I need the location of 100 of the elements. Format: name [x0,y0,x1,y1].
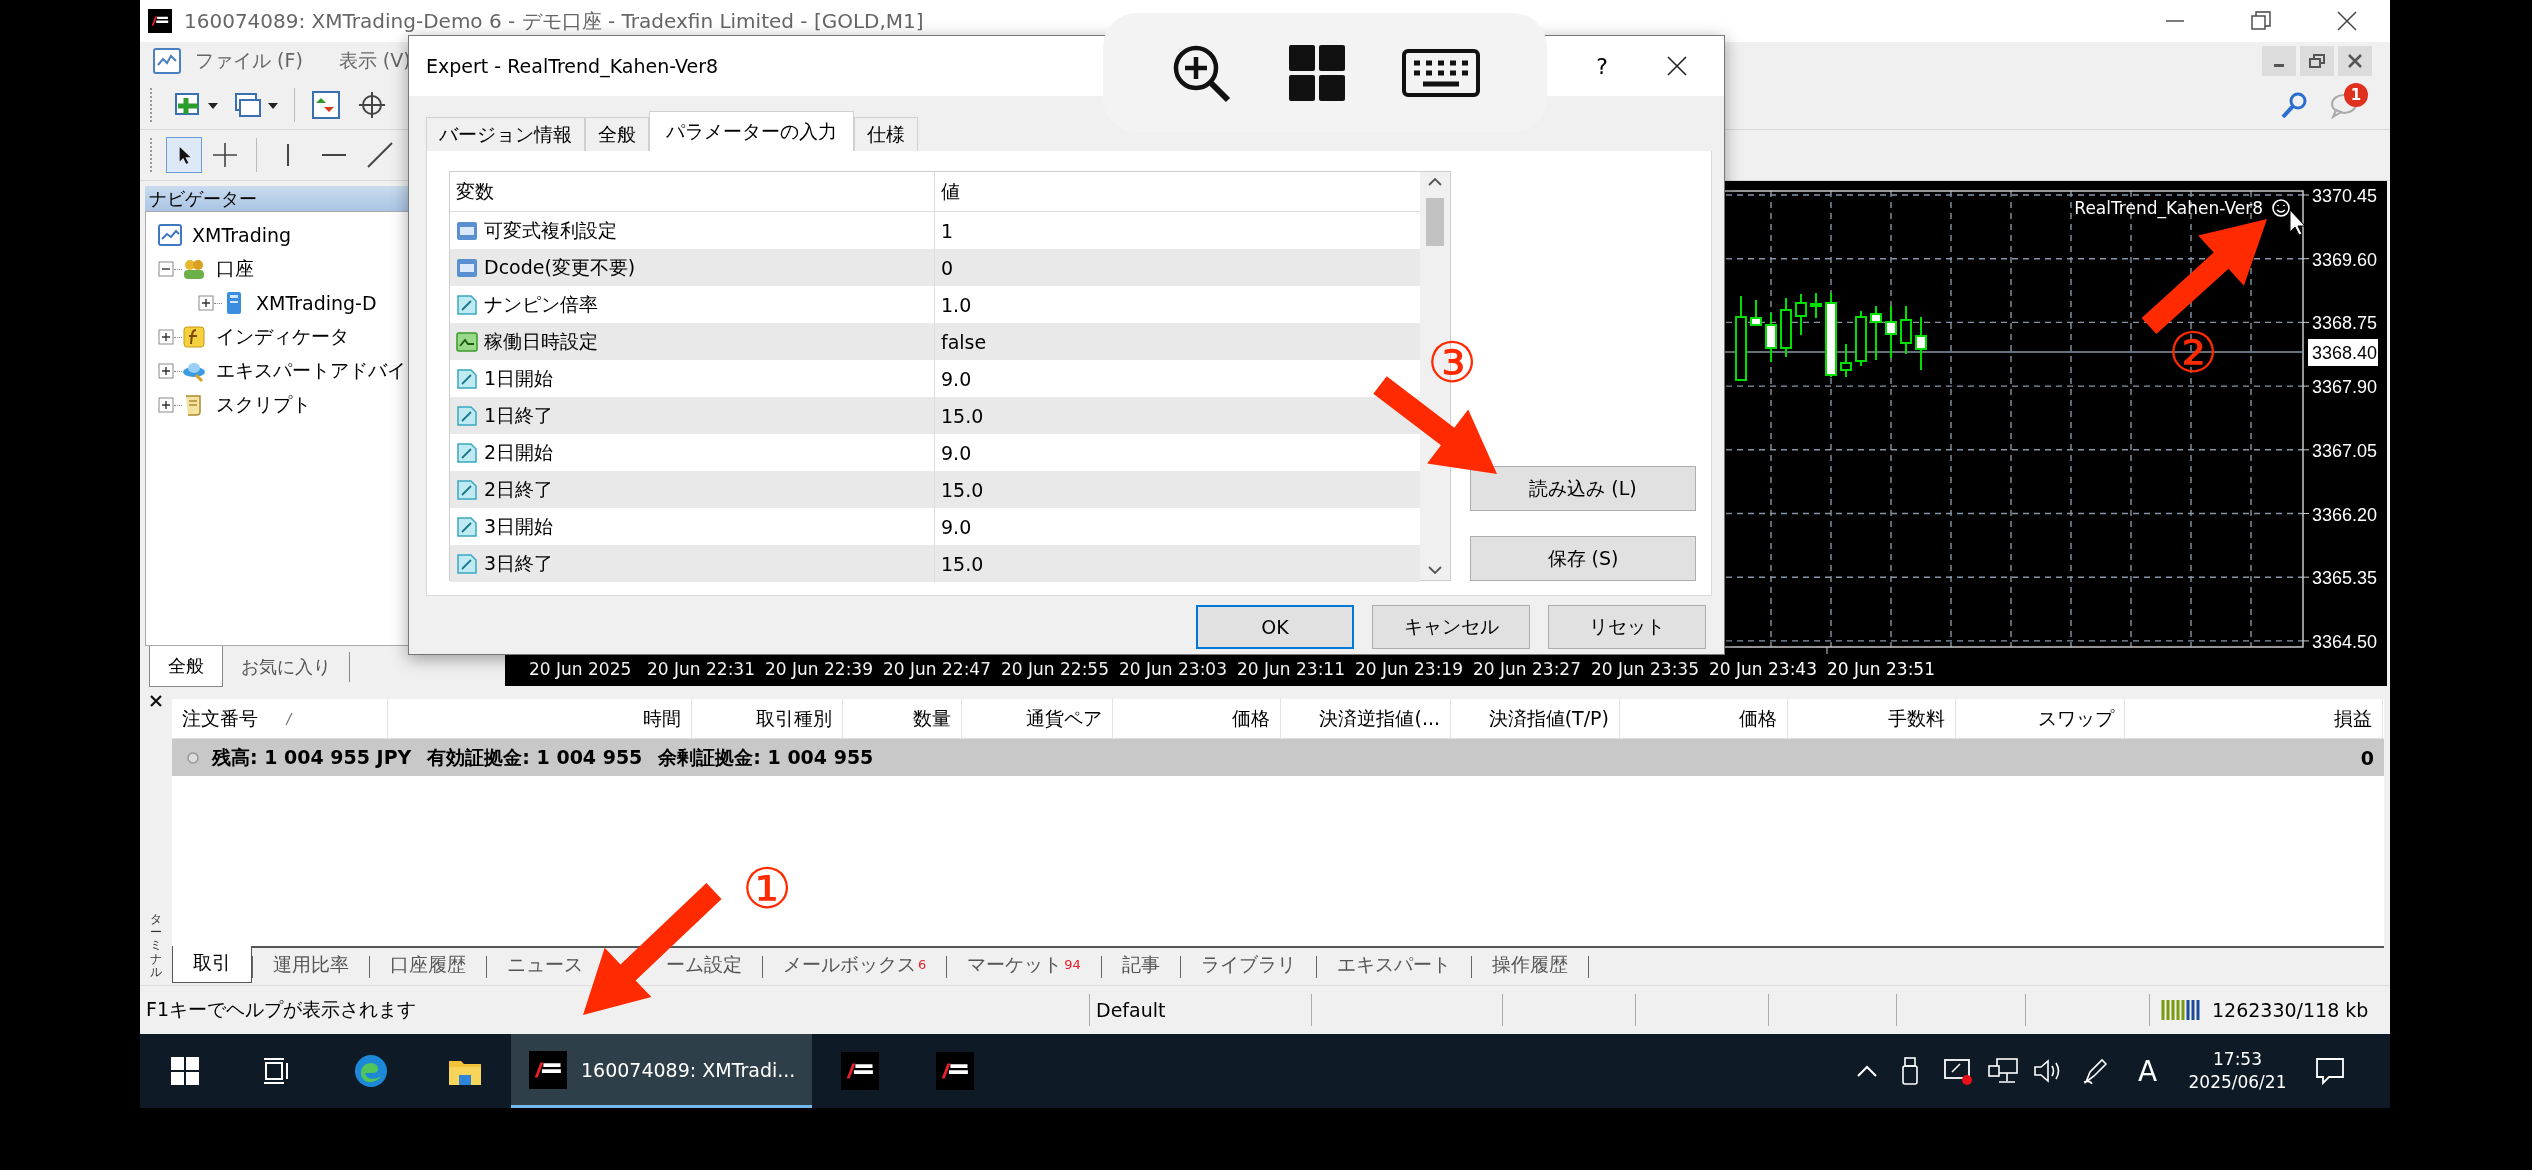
parameter-name[interactable]: 3日終了 [484,550,554,577]
help-button[interactable]: ? [1582,53,1622,79]
menu-item[interactable]: ファイル (F) [195,48,303,74]
parameter-value[interactable]: 15.0 [935,404,984,427]
column-header[interactable]: 決済逆指値(... [1281,699,1451,738]
expand-icon[interactable] [158,363,174,379]
app-logo-icon[interactable] [935,1052,974,1090]
terminal-tab[interactable]: 操作履歴 [1471,948,1588,978]
column-header[interactable]: 注文番号 [172,699,388,738]
scroll-down-icon[interactable] [1427,564,1444,576]
expand-icon[interactable] [198,295,214,311]
parameter-name[interactable]: ナンピン倍率 [484,291,598,318]
clock-date[interactable]: 2025/06/21 [2188,1071,2287,1094]
terminal-tab[interactable]: 記事 [1101,948,1180,978]
tree-item[interactable]: インディケータ [216,324,349,350]
candle [1900,305,1912,355]
input-method-indicator[interactable]: A [2120,1034,2175,1108]
start-button[interactable] [170,1056,200,1086]
tree-item[interactable]: スクリプト [216,392,311,418]
smiley-icon [2272,199,2290,217]
terminal-tab[interactable]: 取引 [172,946,252,983]
terminal-tab[interactable]: ニュース [487,948,603,978]
dialog-tab[interactable]: 全般 [585,117,649,151]
terminal-tab[interactable]: ーム設定 [662,948,762,978]
parameter-value[interactable]: 1 [935,219,954,242]
column-header[interactable]: 通貨ペア [962,699,1113,738]
dialog-tab[interactable]: パラメーターの入力 [649,111,854,151]
parameter-value[interactable]: 0 [935,256,954,279]
restore-button[interactable] [2250,10,2272,32]
parameter-name[interactable]: 稼働日時設定 [484,328,598,355]
clock-time[interactable]: 17:53 [2213,1048,2262,1071]
crosshair-icon[interactable] [357,89,387,120]
column-header[interactable]: 手数料 [1788,699,1956,738]
terminal-tab[interactable]: 口座履歴 [370,948,486,978]
chevron-up-icon[interactable] [1856,1064,1878,1078]
panel-tab[interactable]: お気に入り [223,652,350,682]
app-logo-icon[interactable] [840,1052,879,1090]
close-button[interactable] [149,694,163,708]
tree-item[interactable]: XMTrading [192,224,292,246]
cursor-icon[interactable] [166,137,202,173]
tree-item[interactable]: 口座 [216,256,254,282]
parameter-value[interactable]: 9.0 [935,515,972,538]
column-header[interactable]: 価格 [1620,699,1788,738]
parameter-value[interactable]: 1.0 [935,293,972,316]
tree-item[interactable]: エキスパートアドバイ [216,358,406,384]
tree-item[interactable]: XMTrading-D [256,292,377,314]
parameter-value[interactable]: false [935,330,987,353]
parameter-name[interactable]: 1日開始 [484,365,554,392]
parameter-name[interactable]: 3日開始 [484,513,554,540]
button[interactable]: 読み込み (L) [1470,466,1696,511]
parameter-value[interactable]: 15.0 [935,552,984,575]
button[interactable]: OK [1196,605,1354,649]
column-header[interactable]: 損益 [2125,699,2383,738]
column-header[interactable]: 価格 [1113,699,1281,738]
parameter-name[interactable]: 1日終了 [484,402,554,429]
parameter-name[interactable]: 可変式複利設定 [484,217,617,244]
step-number: ① [741,856,793,921]
candle [1840,343,1852,378]
column-header[interactable]: 取引種別 [692,699,843,738]
scroll-up-icon[interactable] [1427,176,1444,188]
terminal-tab[interactable]: ライブラリ [1180,948,1316,978]
button[interactable]: キャンセル [1372,605,1530,649]
scroll-thumb[interactable] [1426,198,1445,246]
terminal-tab[interactable]: マーケット 94 [947,948,1101,978]
parameter-value[interactable]: 15.0 [935,478,984,501]
candle [1795,293,1807,336]
column-header[interactable]: 数量 [843,699,962,738]
display-icon[interactable] [1942,1056,1973,1086]
expand-icon[interactable] [158,329,174,345]
usb-icon[interactable] [1901,1056,1921,1086]
collapse-icon[interactable] [158,261,174,277]
panel-tab[interactable]: 全般 [149,646,223,687]
parameter-name[interactable]: Dcode(変更不要) [484,254,636,281]
notifications-icon[interactable] [2315,1057,2345,1085]
column-header[interactable]: 時間 [388,699,692,738]
button[interactable]: 保存 (S) [1470,536,1696,581]
dialog-tab[interactable]: 仕様 [854,117,918,151]
restore-button[interactable] [2309,53,2325,69]
network-icon[interactable] [1986,1056,2019,1086]
close-button[interactable] [2336,10,2358,32]
parameter-value[interactable]: 9.0 [935,367,972,390]
button[interactable]: リセット [1548,605,1706,649]
parameter-name[interactable]: 2日終了 [484,476,554,503]
column-header[interactable]: 決済指値(T/P) [1451,699,1620,738]
column-header[interactable]: 値 [935,178,960,205]
dialog-tab[interactable]: バージョン情報 [426,117,585,151]
terminal-tab[interactable]: メールボックス 6 [763,948,947,978]
browser-icon[interactable] [352,1053,389,1089]
taskbar-app-button[interactable]: 160074089: XMTradi... [511,1034,812,1108]
terminal-tab[interactable]: 運用比率 [253,948,369,978]
crosshair-icon[interactable] [210,140,240,170]
parameter-value[interactable]: 9.0 [935,441,972,464]
decimal-type-icon [456,552,478,575]
parameter-name[interactable]: 2日開始 [484,439,554,466]
terminal-tab[interactable]: エキスパート [1316,948,1471,978]
close-button[interactable] [1666,55,1688,77]
trendline-icon[interactable] [365,140,395,170]
expand-icon[interactable] [158,397,174,413]
market-watch-icon[interactable] [311,89,341,120]
column-header[interactable]: スワップ [1956,699,2125,738]
